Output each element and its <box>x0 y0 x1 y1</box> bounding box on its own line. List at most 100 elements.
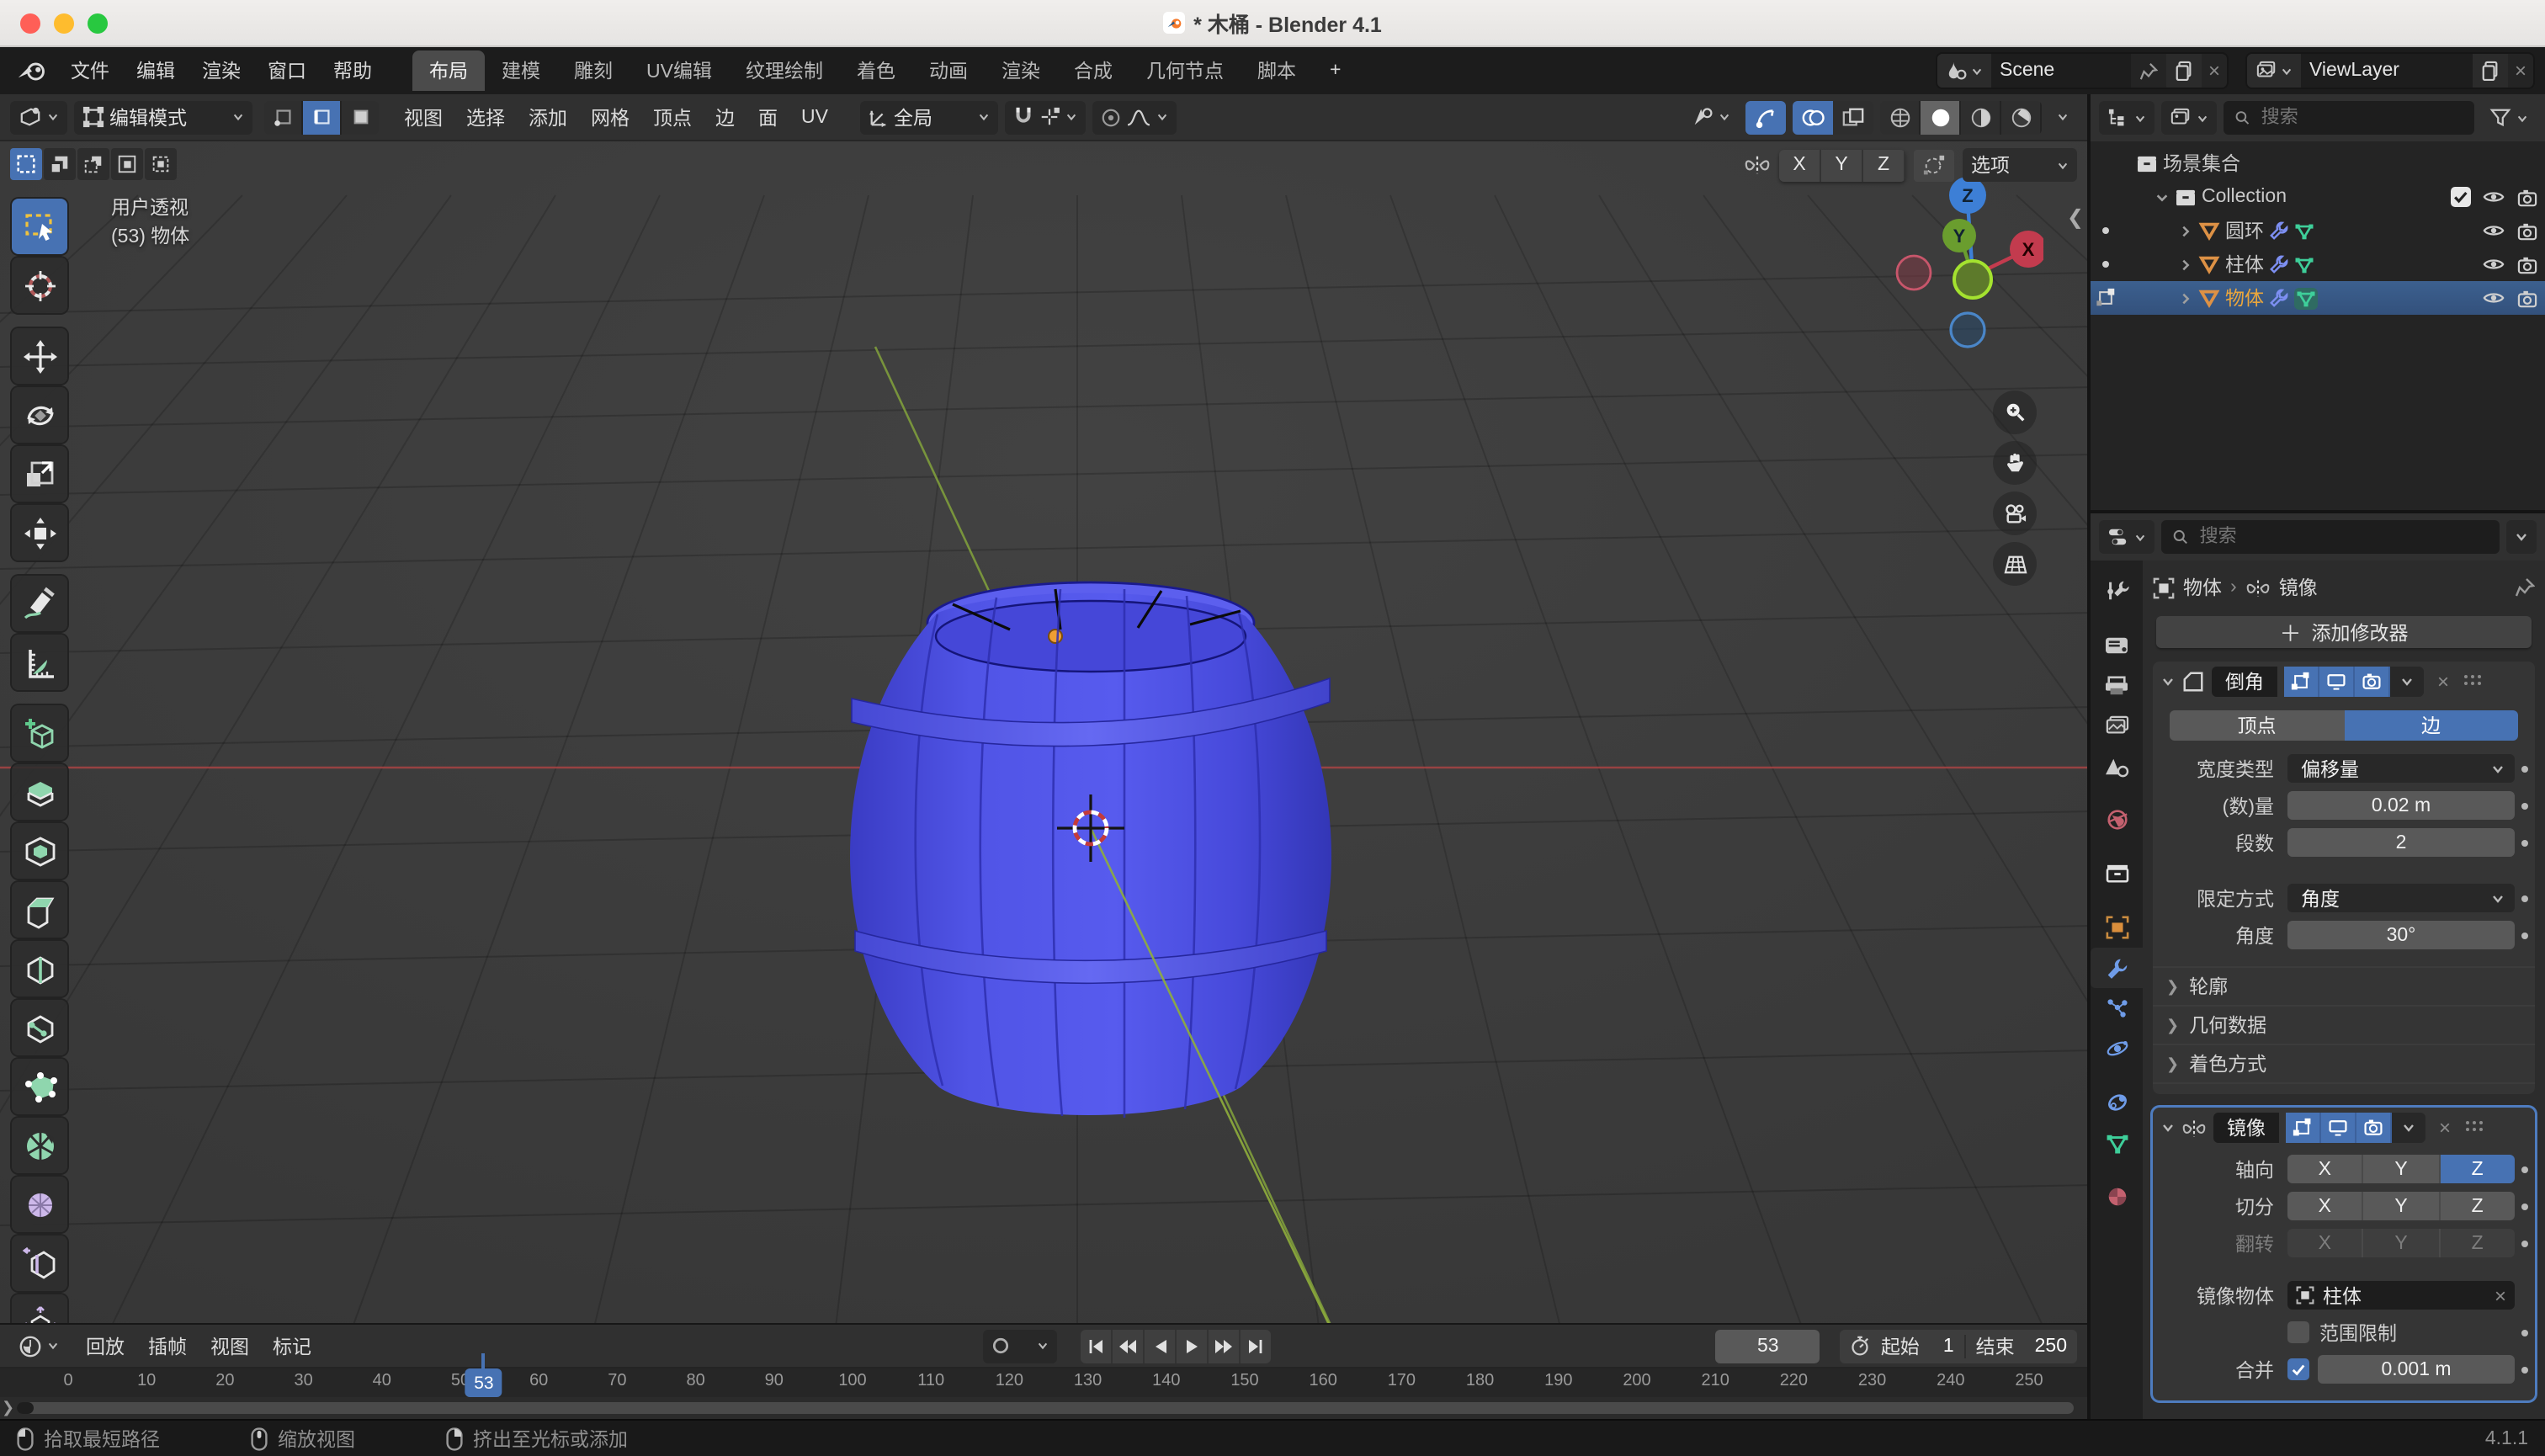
select-subtract-mode-button[interactable] <box>77 148 109 180</box>
sidebar-collapse-arrow[interactable]: ❮ <box>2067 205 2084 229</box>
mirror-axis-z-button[interactable]: Z <box>2440 1229 2515 1257</box>
viewport-menu[interactable]: 顶点 <box>641 98 704 136</box>
add-workspace-button[interactable]: + <box>1316 56 1354 86</box>
extrude-tool-button[interactable] <box>12 764 67 820</box>
play-button[interactable] <box>1177 1329 1209 1363</box>
knife-tool-button[interactable] <box>12 1000 67 1055</box>
main-menu-2[interactable]: 渲染 <box>189 52 254 89</box>
scene-name-field[interactable]: Scene <box>1991 54 2131 88</box>
timeline-expand-arrow[interactable]: ❯ <box>2 1399 14 1417</box>
object-tab-icon[interactable] <box>2091 907 2143 948</box>
expand-chevron-icon[interactable] <box>2178 290 2193 306</box>
pin-scene-icon[interactable] <box>2131 54 2166 88</box>
hide-viewport-toggle[interactable] <box>2483 290 2505 306</box>
width-type-dropdown[interactable]: 偏移量 <box>2287 754 2515 783</box>
main-menu-1[interactable]: 编辑 <box>123 52 189 89</box>
properties-search-input[interactable] <box>2196 525 2489 549</box>
disable-render-toggle[interactable] <box>2516 289 2538 307</box>
expand-chevron-icon[interactable] <box>2178 223 2193 238</box>
viewport-menu[interactable]: 网格 <box>579 98 641 136</box>
annotate-tool-button[interactable] <box>12 576 67 631</box>
disable-render-toggle[interactable] <box>2516 221 2538 240</box>
smooth-tool-button[interactable] <box>12 1177 67 1232</box>
scene-tab-icon[interactable] <box>2091 746 2143 786</box>
timeline-ruler[interactable]: 0 10 20 30 40 50 60 70 80 90 100 110 120 130 140 150 160… <box>0 1368 2087 1397</box>
animate-dot[interactable] <box>2521 932 2528 938</box>
viewlayer-name-field[interactable]: ViewLayer <box>2301 54 2473 88</box>
bevel-tool-button[interactable] <box>12 882 67 938</box>
auto-keying-toggle[interactable] <box>983 1329 1058 1363</box>
workspace-tab[interactable]: 脚本 <box>1241 50 1313 91</box>
cursor-3d-tool-button[interactable] <box>12 258 67 313</box>
move-tool-button[interactable] <box>12 328 67 384</box>
jump-prev-keyframe-button[interactable] <box>1113 1329 1145 1363</box>
current-frame-field[interactable]: 53 <box>1715 1329 1820 1363</box>
timeline-scrollbar[interactable] <box>17 1402 2074 1414</box>
outliner-display-mode-dropdown[interactable] <box>2099 101 2154 135</box>
viewport-menu[interactable]: 添加 <box>517 98 579 136</box>
select-intersect-mode-button[interactable] <box>145 148 177 180</box>
world-tab-icon[interactable] <box>2091 800 2143 840</box>
outliner-search[interactable] <box>2224 101 2474 135</box>
box-select-tool-button[interactable] <box>12 199 67 254</box>
mirror-y-button[interactable]: Y <box>1821 149 1863 181</box>
new-scene-button[interactable] <box>2165 54 2202 88</box>
collapse-chevron-icon[interactable] <box>2154 189 2170 205</box>
timeline-menu[interactable]: 标记 <box>261 1327 323 1364</box>
animate-dot[interactable] <box>2521 895 2528 901</box>
select-extend-mode-button[interactable] <box>44 148 76 180</box>
scene-browse-button[interactable] <box>1937 54 1991 88</box>
expand-chevron-icon[interactable] <box>2161 675 2175 688</box>
select-set-mode-button[interactable] <box>10 148 42 180</box>
bevel-angle-field[interactable]: 30° <box>2287 921 2515 949</box>
drag-handle-icon[interactable] <box>2464 1119 2484 1136</box>
add-cube-tool-button[interactable] <box>12 705 67 761</box>
blender-logo-icon[interactable] <box>17 60 47 82</box>
rendered-shading-button[interactable] <box>2001 100 2042 134</box>
viewport-menu[interactable]: 边 <box>704 98 746 136</box>
workspace-tab[interactable]: UV编辑 <box>630 50 729 91</box>
navigation-gizmo[interactable]: Z Y X <box>1892 172 2047 374</box>
mirror-x-button[interactable]: X <box>1779 149 1821 181</box>
timeline-menu[interactable]: 回放 <box>74 1327 136 1364</box>
merge-threshold-field[interactable]: 0.001 m <box>2318 1355 2515 1384</box>
disable-render-toggle[interactable] <box>2516 255 2538 274</box>
outliner-filter-id-dropdown[interactable] <box>2161 101 2217 135</box>
pan-view-button[interactable] <box>1993 441 2037 485</box>
mirror-z-button[interactable]: Z <box>1863 149 1905 181</box>
end-frame-field[interactable]: 结束 250 <box>1976 1332 2067 1359</box>
clipping-checkbox[interactable] <box>2287 1321 2309 1343</box>
outliner-row[interactable]: Collection <box>2091 180 2545 214</box>
drag-handle-icon[interactable] <box>2463 673 2483 690</box>
workspace-tab[interactable]: 布局 <box>412 50 485 91</box>
properties-options-dropdown[interactable] <box>2506 520 2537 554</box>
spin-tool-button[interactable] <box>12 1118 67 1173</box>
properties-editor-type-dropdown[interactable] <box>2099 520 2154 554</box>
mirror-axis-x-button[interactable]: X <box>2287 1229 2364 1257</box>
remove-viewlayer-button[interactable]: × <box>2508 59 2533 82</box>
timeline-menu[interactable]: 视图 <box>199 1327 261 1364</box>
bevel-section-geometry[interactable]: ❯ 几何数据 <box>2153 1005 2535 1044</box>
main-menu-4[interactable]: 帮助 <box>320 52 385 89</box>
mirror-icon[interactable] <box>1744 153 1771 177</box>
mirror-axis-z-button[interactable]: Z <box>2440 1192 2515 1220</box>
viewport-menu[interactable]: UV <box>789 102 840 132</box>
edge-select-mode-button[interactable] <box>303 100 342 134</box>
bevel-editmode-toggle[interactable] <box>2284 667 2319 697</box>
mirror-extras-dropdown[interactable] <box>2392 1113 2425 1143</box>
workspace-tab[interactable]: 合成 <box>1057 50 1129 91</box>
viewlayer-tab-icon[interactable] <box>2091 705 2143 746</box>
mirror-axis-z-button[interactable]: Z <box>2440 1155 2515 1183</box>
outliner-row[interactable]: 圆环 <box>2091 214 2545 247</box>
bevel-affect-vertices-button[interactable]: 顶点 <box>2170 710 2344 741</box>
mirror-axis-y-button[interactable]: Y <box>2363 1155 2441 1183</box>
limit-method-dropdown[interactable]: 角度 <box>2287 884 2515 912</box>
mode-dropdown[interactable]: 编辑模式 <box>74 100 252 134</box>
merge-checkbox[interactable] <box>2287 1358 2309 1380</box>
toggle-orthographic-button[interactable] <box>1993 542 2037 586</box>
vertex-select-mode-button[interactable] <box>264 100 303 134</box>
mirror-name-field[interactable]: 镜像 <box>2213 1113 2279 1143</box>
viewlayer-browse-button[interactable] <box>2247 54 2301 88</box>
workspace-tab[interactable]: 动画 <box>912 50 985 91</box>
snap-toggle-dropdown[interactable] <box>1004 100 1086 134</box>
